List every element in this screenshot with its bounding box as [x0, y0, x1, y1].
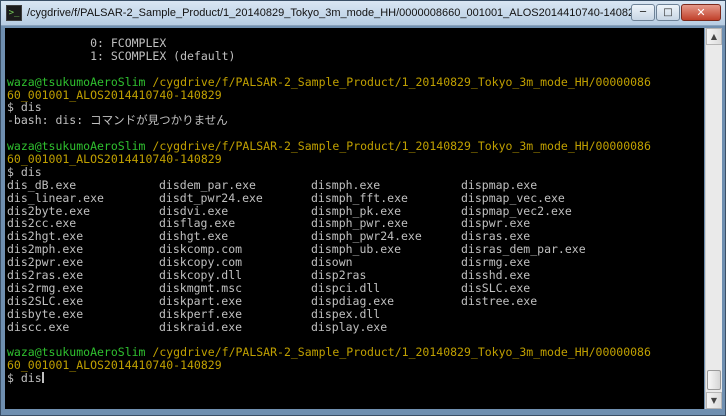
completion-item: distree.exe [461, 293, 538, 308]
completion-item: dis2rmg.exe [7, 280, 84, 295]
vertical-scrollbar[interactable]: ▲ ▼ [705, 28, 722, 409]
completion-item: disbyte.exe [7, 306, 84, 321]
completion-item: dispci.dll [311, 280, 381, 295]
completion-item: dis_linear.exe [7, 190, 104, 205]
command-text: $ dis [7, 371, 42, 386]
completion-item: dismph_fft.exe [311, 190, 408, 205]
completion-row: dis2SLC.exe diskpart.exe dispdiag.exe distr… [5, 293, 704, 308]
prompt-path-wrap: 60_001001_ALOS2014410740-140829 [7, 152, 222, 167]
text-cursor [41, 372, 44, 384]
window-controls: ─ □ ✕ [630, 4, 721, 21]
completion-row: dis_dB.exe disdem_par.exe dismph.exe dispma… [5, 177, 704, 192]
completion-row: dis2rmg.exe diskmgmt.msc dispci.dll disSLC.… [5, 282, 704, 295]
completion-row: dis_linear.exe disdt_pwr24.exe dismph_fft.… [5, 190, 704, 205]
completion-row: dis2ras.exe diskcopy.dll disp2ras disshd.ex… [5, 269, 704, 282]
minimize-button[interactable]: ─ [631, 4, 655, 21]
close-button[interactable]: ✕ [681, 4, 721, 21]
completion-list: dis_dB.exe disdem_par.exe dismph.exe dispma… [5, 177, 704, 334]
completion-item: diskcopy.dll [159, 268, 243, 283]
error-output: -bash: dis: コマンドが見つかりません [7, 113, 228, 128]
prompt-path-wrap: 60_001001_ALOS2014410740-140829 [7, 358, 222, 373]
completion-item: dis2ras.exe [7, 268, 84, 283]
completion-item: disdt_pwr24.exe [159, 190, 263, 205]
completion-item: dispmap_vec.exe [461, 190, 565, 205]
completion-item: discc.exe [7, 319, 70, 334]
prompt-line: waza@tsukumoAeroSlim /cygdrive/f/PALSAR-… [5, 74, 704, 89]
prompt-user: waza@tsukumoAeroSlim [7, 74, 146, 89]
completion-item: dispmap.exe [461, 177, 538, 192]
intro-line: 1: SCOMPLEX (default) [7, 48, 236, 63]
prompt-glyph: >_ [8, 7, 20, 18]
completion-item: diskperf.exe [159, 306, 243, 321]
prompt-path-wrap: 60_001001_ALOS2014410740-140829 [7, 87, 222, 102]
prompt-path: /cygdrive/f/PALSAR-2_Sample_Product/1_20… [145, 139, 651, 154]
intro-line: 0: FCOMPLEX [7, 36, 167, 50]
scroll-up-button[interactable]: ▲ [706, 28, 722, 45]
prompt-user: waza@tsukumoAeroSlim [7, 345, 146, 360]
maximize-button[interactable]: □ [656, 4, 680, 21]
title-bar[interactable]: >_ /cygdrive/f/PALSAR-2_Sample_Product/1… [1, 1, 725, 26]
prompt-user: waza@tsukumoAeroSlim [7, 139, 146, 154]
terminal-output[interactable]: 0: FCOMPLEX 1: SCOMPLEX (default) waza@t… [5, 28, 704, 409]
completion-item: disp2ras [311, 268, 367, 283]
completion-row: discc.exe diskraid.exe display.exe [5, 319, 704, 334]
active-command-line[interactable]: $ dis [5, 372, 704, 385]
terminal-window: >_ /cygdrive/f/PALSAR-2_Sample_Product/1… [0, 0, 726, 416]
completion-item: disdem_par.exe [159, 177, 256, 192]
prompt-path: /cygdrive/f/PALSAR-2_Sample_Product/1_20… [145, 74, 651, 89]
command-line: $ dis [7, 164, 42, 179]
completion-item: disSLC.exe [461, 280, 531, 295]
completion-item: display.exe [311, 319, 388, 334]
completion-item: dis2SLC.exe [7, 293, 84, 308]
completion-item: diskmgmt.msc [159, 280, 243, 295]
completion-item: diskraid.exe [159, 319, 243, 334]
completion-item: dis_dB.exe [7, 177, 77, 192]
completion-row: disbyte.exe diskperf.exe dispex.dll [5, 306, 704, 321]
completion-row: dis2mph.exe diskcomp.com dismph_ub.exe disr… [5, 243, 704, 256]
scroll-down-button[interactable]: ▼ [706, 392, 722, 409]
completion-item: dismph.exe [311, 177, 381, 192]
completion-item: dispex.dll [311, 306, 381, 321]
prompt-path: /cygdrive/f/PALSAR-2_Sample_Product/1_20… [145, 345, 651, 360]
window-title: /cygdrive/f/PALSAR-2_Sample_Product/1_20… [27, 7, 641, 19]
scroll-thumb[interactable] [707, 370, 721, 390]
completion-item: disshd.exe [461, 268, 531, 283]
completion-item: diskpart.exe [159, 293, 243, 308]
completion-item: dispdiag.exe [311, 293, 395, 308]
terminal-app-icon[interactable]: >_ [6, 5, 22, 21]
